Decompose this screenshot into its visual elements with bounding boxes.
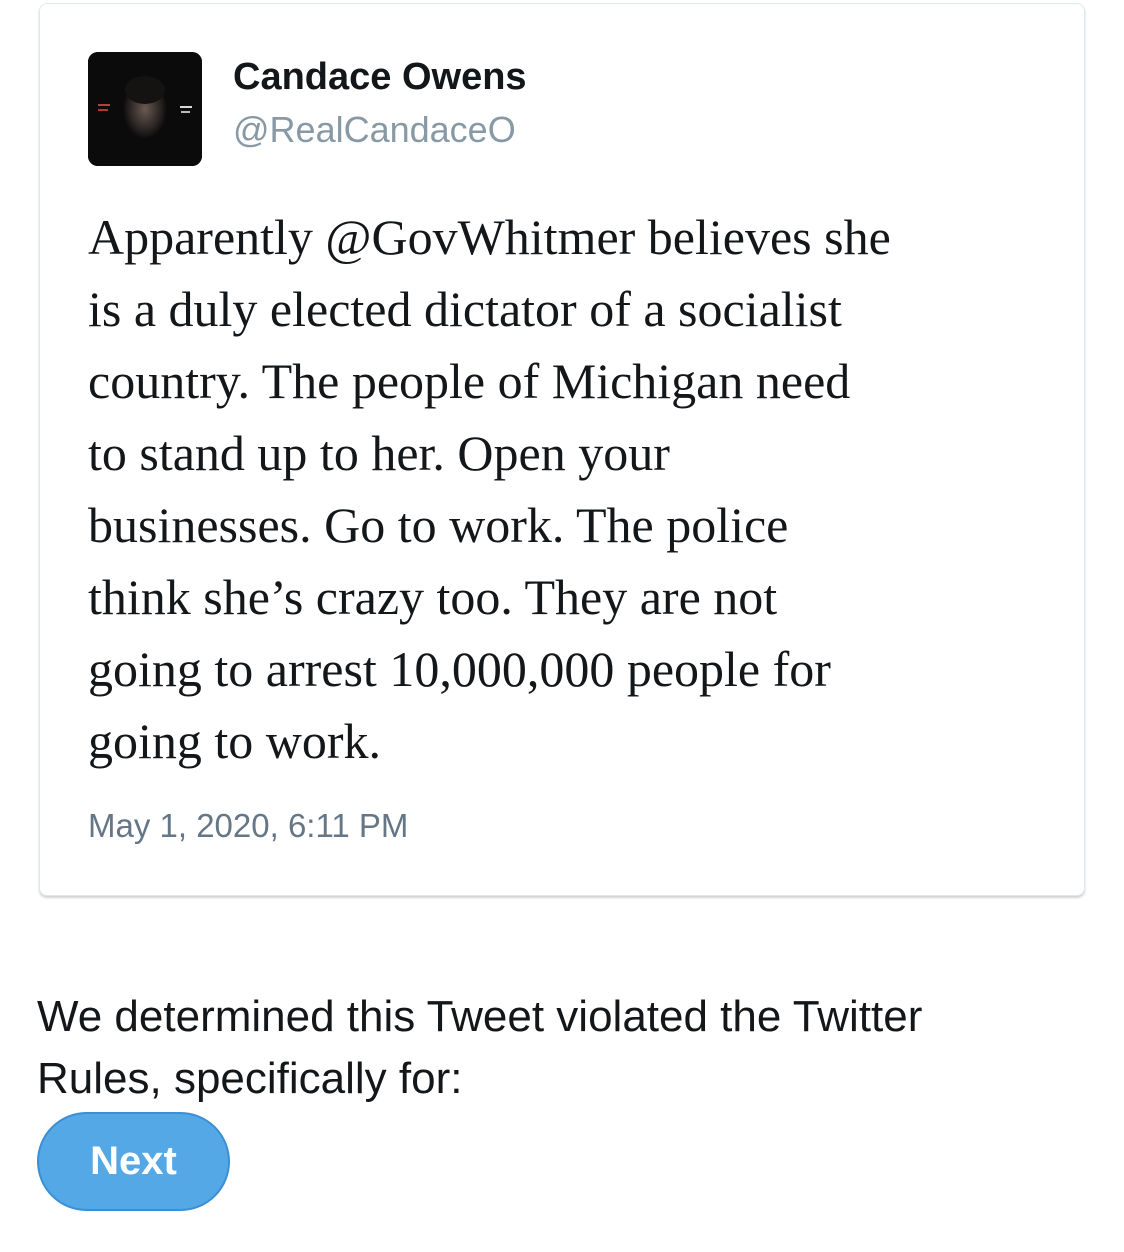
violation-notice: We determined this Tweet violated the Tw… bbox=[37, 986, 1097, 1110]
notice-line: Rules, specifically for: bbox=[37, 1054, 463, 1103]
tweet-card: Candace Owens @RealCandaceO Apparently @… bbox=[39, 3, 1085, 896]
author-handle[interactable]: @RealCandaceO bbox=[233, 109, 516, 151]
tweet-text-line: to stand up to her. Open your bbox=[88, 425, 670, 481]
tweet-text: Apparently @GovWhitmer believes she is a… bbox=[88, 201, 1048, 777]
tweet-text-line: is a duly elected dictator of a socialis… bbox=[88, 281, 842, 337]
avatar[interactable] bbox=[88, 52, 202, 166]
author-display-name[interactable]: Candace Owens bbox=[233, 56, 527, 99]
tweet-text-line: think she’s crazy too. They are not bbox=[88, 569, 778, 625]
tweet-text-line: Apparently @GovWhitmer believes she bbox=[88, 209, 891, 265]
tweet-timestamp[interactable]: May 1, 2020, 6:11 PM bbox=[88, 807, 408, 845]
next-button[interactable]: Next bbox=[37, 1112, 230, 1211]
tweet-text-line: country. The people of Michigan need bbox=[88, 353, 851, 409]
tweet-text-line: businesses. Go to work. The police bbox=[88, 497, 789, 553]
tweet-text-line: going to work. bbox=[88, 713, 382, 769]
notice-line: We determined this Tweet violated the Tw… bbox=[37, 992, 923, 1041]
tweet-text-line: going to arrest 10,000,000 people for bbox=[88, 641, 831, 697]
profile-photo-icon bbox=[88, 52, 202, 166]
